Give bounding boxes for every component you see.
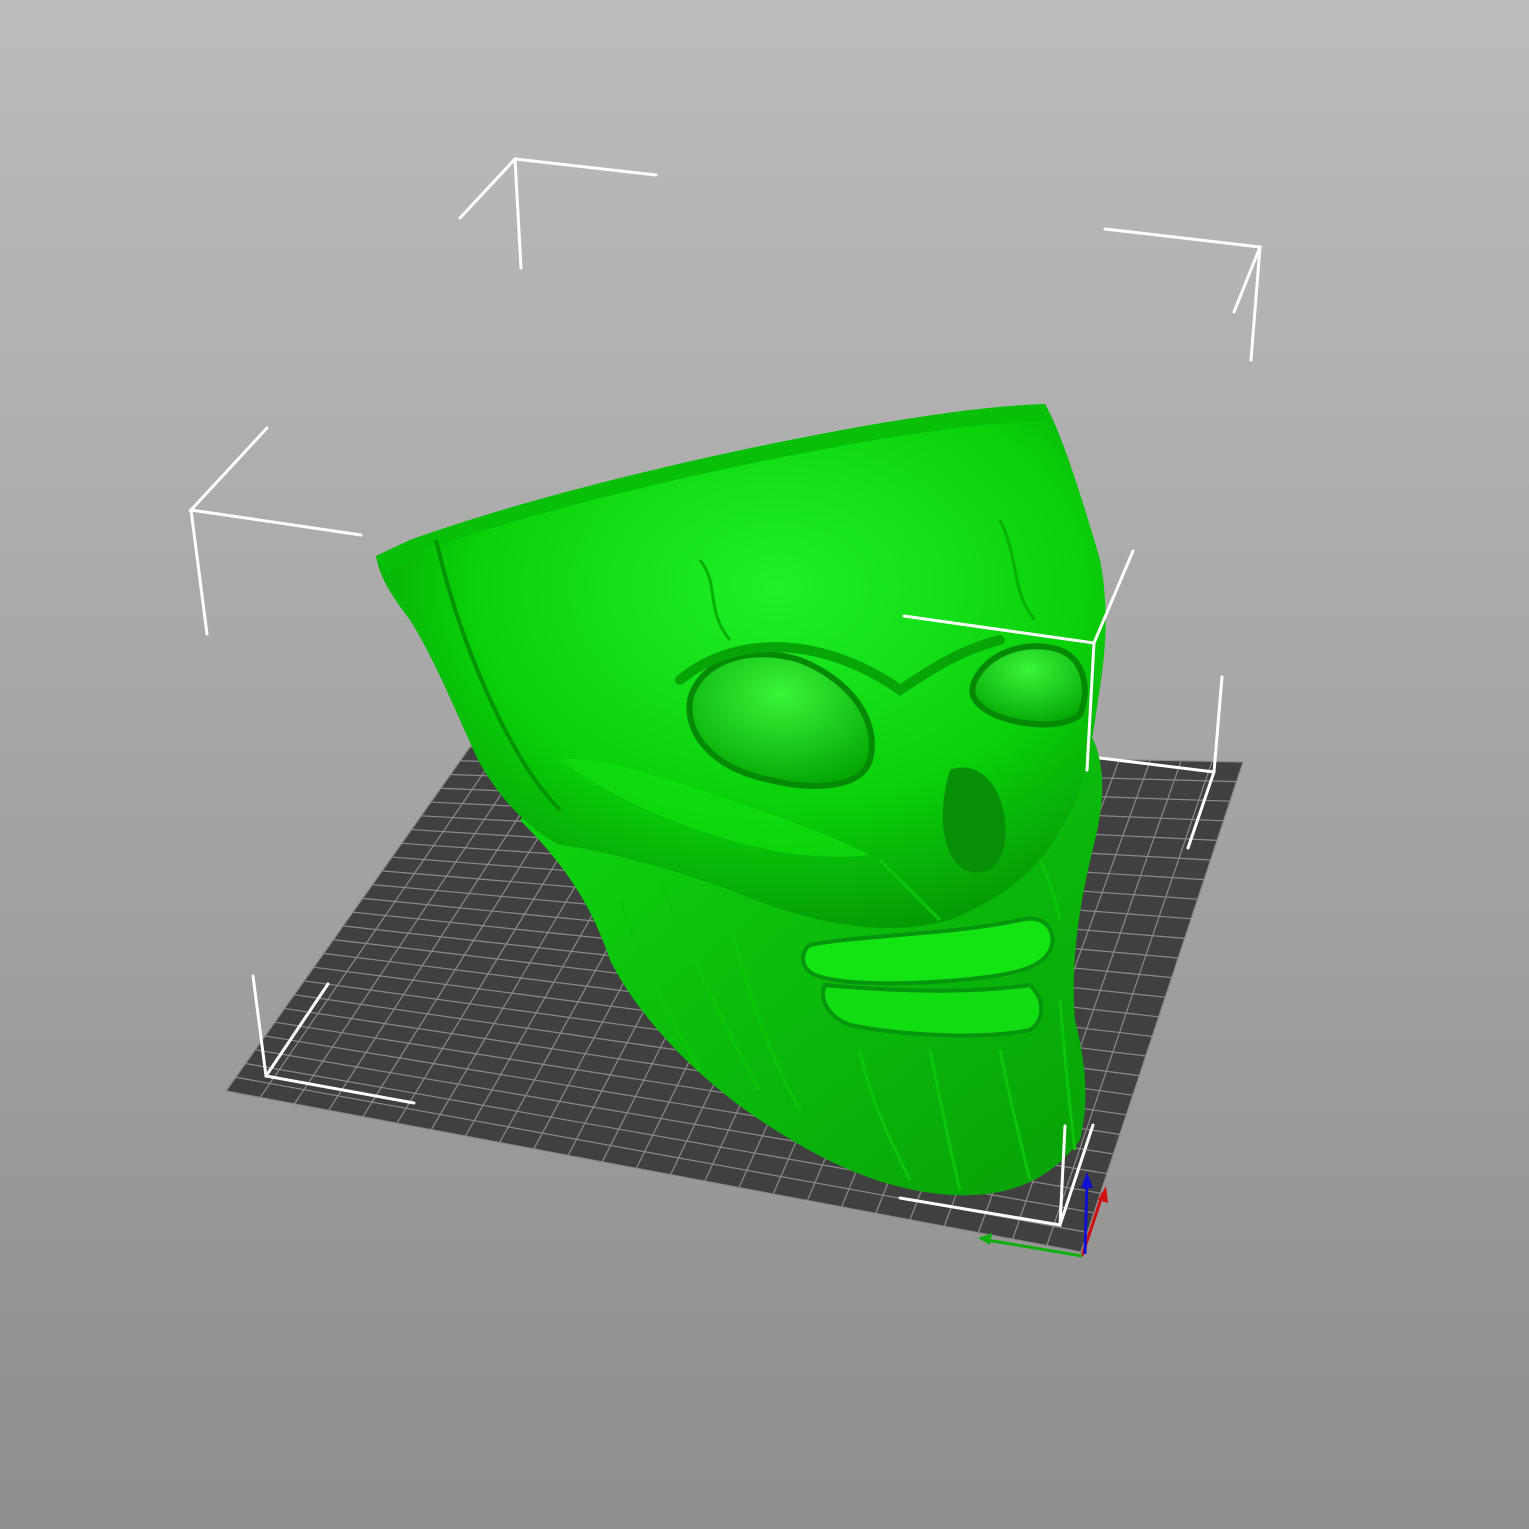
bbox-corner-left bbox=[187, 426, 363, 537]
bbox-corner-left-vertical bbox=[189, 508, 209, 636]
z-axis bbox=[1083, 1179, 1089, 1255]
viewport-canvas[interactable] bbox=[0, 0, 1529, 1529]
bbox-corner-back-left-vertical bbox=[513, 157, 523, 270]
model-teeth-lower bbox=[821, 982, 1044, 1038]
3d-viewport[interactable] bbox=[0, 0, 1529, 1529]
bbox-corner-back-right bbox=[1103, 227, 1263, 314]
bbox-corner-back-left bbox=[458, 157, 658, 220]
y-axis-arrowhead bbox=[978, 1233, 992, 1245]
